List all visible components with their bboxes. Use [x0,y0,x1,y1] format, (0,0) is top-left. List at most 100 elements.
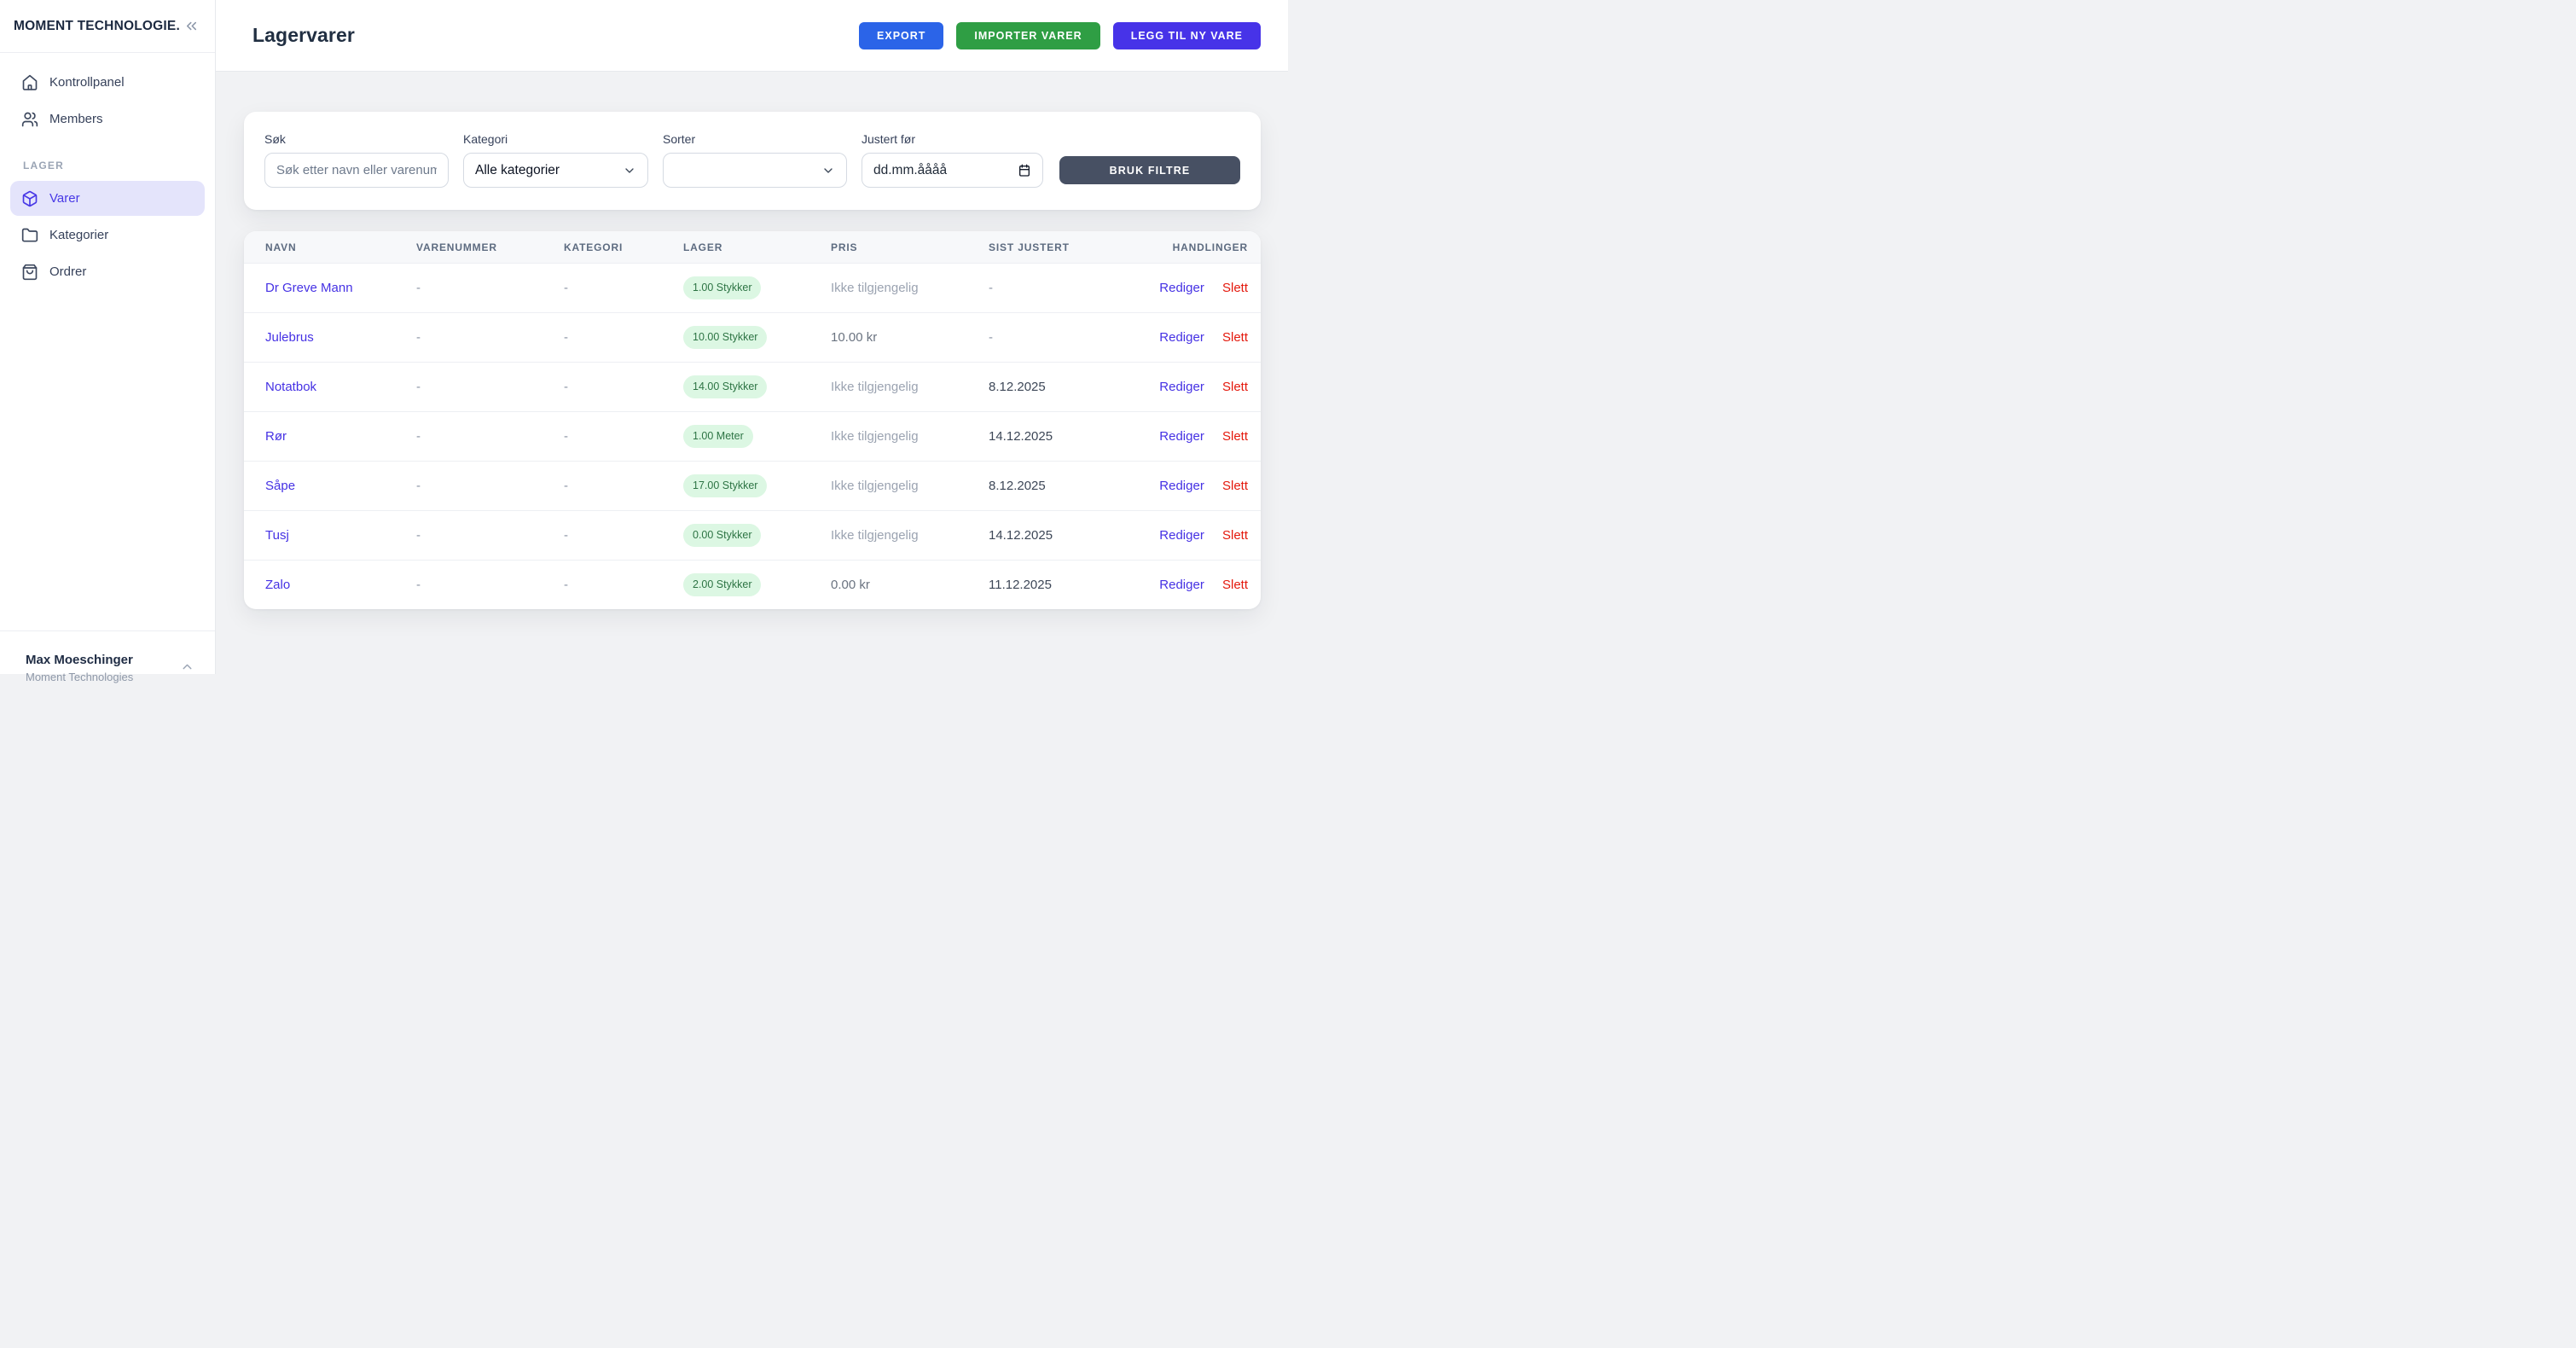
user-name: Max Moeschinger [26,653,200,668]
column-header-varenummer: VARENUMMER [416,231,564,264]
sidebar-item-kontrollpanel[interactable]: Kontrollpanel [10,65,205,100]
search-input-wrapper [264,153,449,188]
item-price: Ikke tilgjengelig [831,429,919,444]
item-category-cell: - [564,313,683,363]
edit-link[interactable]: Rediger [1159,330,1204,345]
edit-link[interactable]: Rediger [1159,528,1204,543]
item-actions-cell: Rediger Slett [1151,511,1261,561]
category-select-value: Alle kategorier [475,163,616,178]
item-stock-cell: 0.00 Stykker [683,511,831,561]
table-row: Tusj - - 0.00 Stykker Ikke tilgjengelig … [244,511,1261,561]
sidebar-section-lager: LAGER [10,160,205,171]
stock-badge: 17.00 Stykker [683,474,767,497]
adjusted-before-date-input[interactable]: dd.mm.åååå [862,153,1043,188]
sidebar-item-label: Members [49,112,103,126]
user-menu[interactable]: Max Moeschinger Moment Technologies [0,630,215,674]
item-sku-cell: - [416,264,564,313]
header-actions: EXPORT IMPORTER VARER LEGG TIL NY VARE [859,22,1261,49]
delete-link[interactable]: Slett [1222,330,1248,345]
sort-select[interactable] [663,153,847,188]
item-actions-cell: Rediger Slett [1151,462,1261,511]
delete-link[interactable]: Slett [1222,281,1248,295]
item-price-cell: 0.00 kr [831,561,989,610]
add-new-item-button[interactable]: LEGG TIL NY VARE [1113,22,1261,49]
shopping-bag-icon [21,264,38,281]
item-name-link[interactable]: Dr Greve Mann [265,281,353,295]
home-icon [21,74,38,91]
item-stock-cell: 1.00 Stykker [683,264,831,313]
delete-link[interactable]: Slett [1222,380,1248,394]
sidebar-item-ordrer[interactable]: Ordrer [10,254,205,289]
sidebar-item-members[interactable]: Members [10,102,205,137]
item-sku-cell: - [416,511,564,561]
export-button[interactable]: EXPORT [859,22,943,49]
edit-link[interactable]: Rediger [1159,479,1204,493]
edit-link[interactable]: Rediger [1159,578,1204,592]
item-stock-cell: 17.00 Stykker [683,462,831,511]
chevron-up-icon [180,659,194,674]
sidebar-collapse-button[interactable] [183,18,200,34]
page-title: Lagervarer [252,24,355,47]
table-row: Zalo - - 2.00 Stykker 0.00 kr 11.12.2025… [244,561,1261,610]
item-sku-cell: - [416,561,564,610]
item-price: Ikke tilgjengelig [831,479,919,493]
table-row: Julebrus - - 10.00 Stykker 10.00 kr - Re… [244,313,1261,363]
sidebar: MOMENT TECHNOLOGIE... Kontrollpanel Memb… [0,0,216,674]
edit-link[interactable]: Rediger [1159,380,1204,394]
delete-link[interactable]: Slett [1222,578,1248,592]
column-header-handlinger: HANDLINGER [1151,231,1261,264]
item-category-cell: - [564,363,683,412]
item-name-link[interactable]: Zalo [265,578,290,592]
item-sku-cell: - [416,462,564,511]
chevron-down-icon [821,164,835,177]
item-price: 0.00 kr [831,578,870,592]
item-name-link[interactable]: Tusj [265,528,289,543]
edit-link[interactable]: Rediger [1159,281,1204,295]
sidebar-item-label: Kontrollpanel [49,75,125,90]
category-label: Kategori [463,132,648,146]
import-items-button[interactable]: IMPORTER VARER [956,22,1099,49]
item-stock-cell: 14.00 Stykker [683,363,831,412]
item-actions-cell: Rediger Slett [1151,264,1261,313]
item-actions-cell: Rediger Slett [1151,313,1261,363]
item-name-link[interactable]: Notatbok [265,380,316,394]
category-select[interactable]: Alle kategorier [463,153,648,188]
delete-link[interactable]: Slett [1222,528,1248,543]
item-category-cell: - [564,561,683,610]
sidebar-item-kategorier[interactable]: Kategorier [10,218,205,253]
item-price: Ikke tilgjengelig [831,281,919,295]
inventory-table-body: Dr Greve Mann - - 1.00 Stykker Ikke tilg… [244,264,1261,610]
stock-badge: 1.00 Meter [683,425,753,448]
delete-link[interactable]: Slett [1222,429,1248,444]
edit-link[interactable]: Rediger [1159,429,1204,444]
search-label: Søk [264,132,449,146]
item-stock-cell: 10.00 Stykker [683,313,831,363]
content-area: Søk Kategori Alle kategorier Sorte [216,72,1288,674]
calendar-icon[interactable] [1018,164,1031,177]
item-actions-cell: Rediger Slett [1151,412,1261,462]
apply-filters-button[interactable]: BRUK FILTRE [1059,156,1240,184]
item-adjusted-cell: 14.12.2025 [989,412,1151,462]
search-field: Søk [264,132,449,188]
item-adjusted-cell: 11.12.2025 [989,561,1151,610]
chevron-down-icon [623,164,636,177]
item-name-link[interactable]: Rør [265,429,287,444]
sidebar-item-varer[interactable]: Varer [10,181,205,216]
search-input[interactable] [276,163,437,177]
item-name-link[interactable]: Julebrus [265,330,314,345]
item-name-link[interactable]: Såpe [265,479,295,493]
inventory-table-card: NAVN VARENUMMER KATEGORI LAGER PRIS SIST… [244,231,1261,609]
category-field: Kategori Alle kategorier [463,132,648,188]
user-subtitle: Moment Technologies [26,671,200,684]
table-row: Notatbok - - 14.00 Stykker Ikke tilgjeng… [244,363,1261,412]
delete-link[interactable]: Slett [1222,479,1248,493]
stock-badge: 1.00 Stykker [683,276,761,299]
item-adjusted-cell: - [989,264,1151,313]
item-price: Ikke tilgjengelig [831,380,919,394]
stock-badge: 14.00 Stykker [683,375,767,398]
item-actions-cell: Rediger Slett [1151,363,1261,412]
item-stock-cell: 2.00 Stykker [683,561,831,610]
item-category-cell: - [564,412,683,462]
stock-badge: 0.00 Stykker [683,524,761,547]
main-area: Lagervarer EXPORT IMPORTER VARER LEGG TI… [216,0,1288,674]
